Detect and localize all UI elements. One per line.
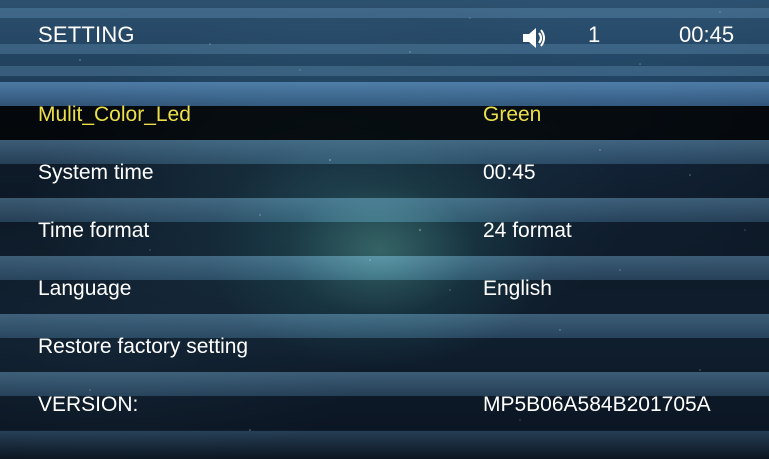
setting-label: VERSION: [38, 393, 139, 416]
header-clock: 00:45 [679, 22, 735, 47]
footer-band [0, 431, 769, 459]
header-stripe [0, 66, 769, 76]
setting-label: Language [38, 277, 132, 300]
setting-row-multi-color-led[interactable]: Mulit_Color_Led Green [0, 82, 769, 140]
header-stripe [0, 8, 769, 18]
setting-label: Time format [38, 219, 150, 242]
setting-row-language[interactable]: Language English [0, 256, 769, 314]
setting-value: MP5B06A584B201705A [483, 393, 711, 416]
setting-row-system-time[interactable]: System time 00:45 [0, 140, 769, 198]
setting-row-version[interactable]: VERSION: MP5B06A584B201705A [0, 372, 769, 430]
setting-label: System time [38, 161, 154, 184]
volume-level: 1 [588, 22, 601, 47]
setting-screen: SETTING 1 00:45 Mulit_Color_Led Green Sy… [0, 0, 769, 459]
speaker-icon[interactable] [521, 26, 547, 50]
setting-value: Green [483, 103, 542, 126]
setting-row-restore-factory[interactable]: Restore factory setting [0, 314, 769, 372]
setting-value: English [483, 277, 552, 300]
setting-label: Mulit_Color_Led [38, 103, 191, 126]
page-title: SETTING [38, 22, 135, 47]
setting-label: Restore factory setting [38, 335, 249, 358]
setting-value: 24 format [483, 219, 572, 242]
setting-value: 00:45 [483, 161, 536, 184]
setting-row-time-format[interactable]: Time format 24 format [0, 198, 769, 256]
